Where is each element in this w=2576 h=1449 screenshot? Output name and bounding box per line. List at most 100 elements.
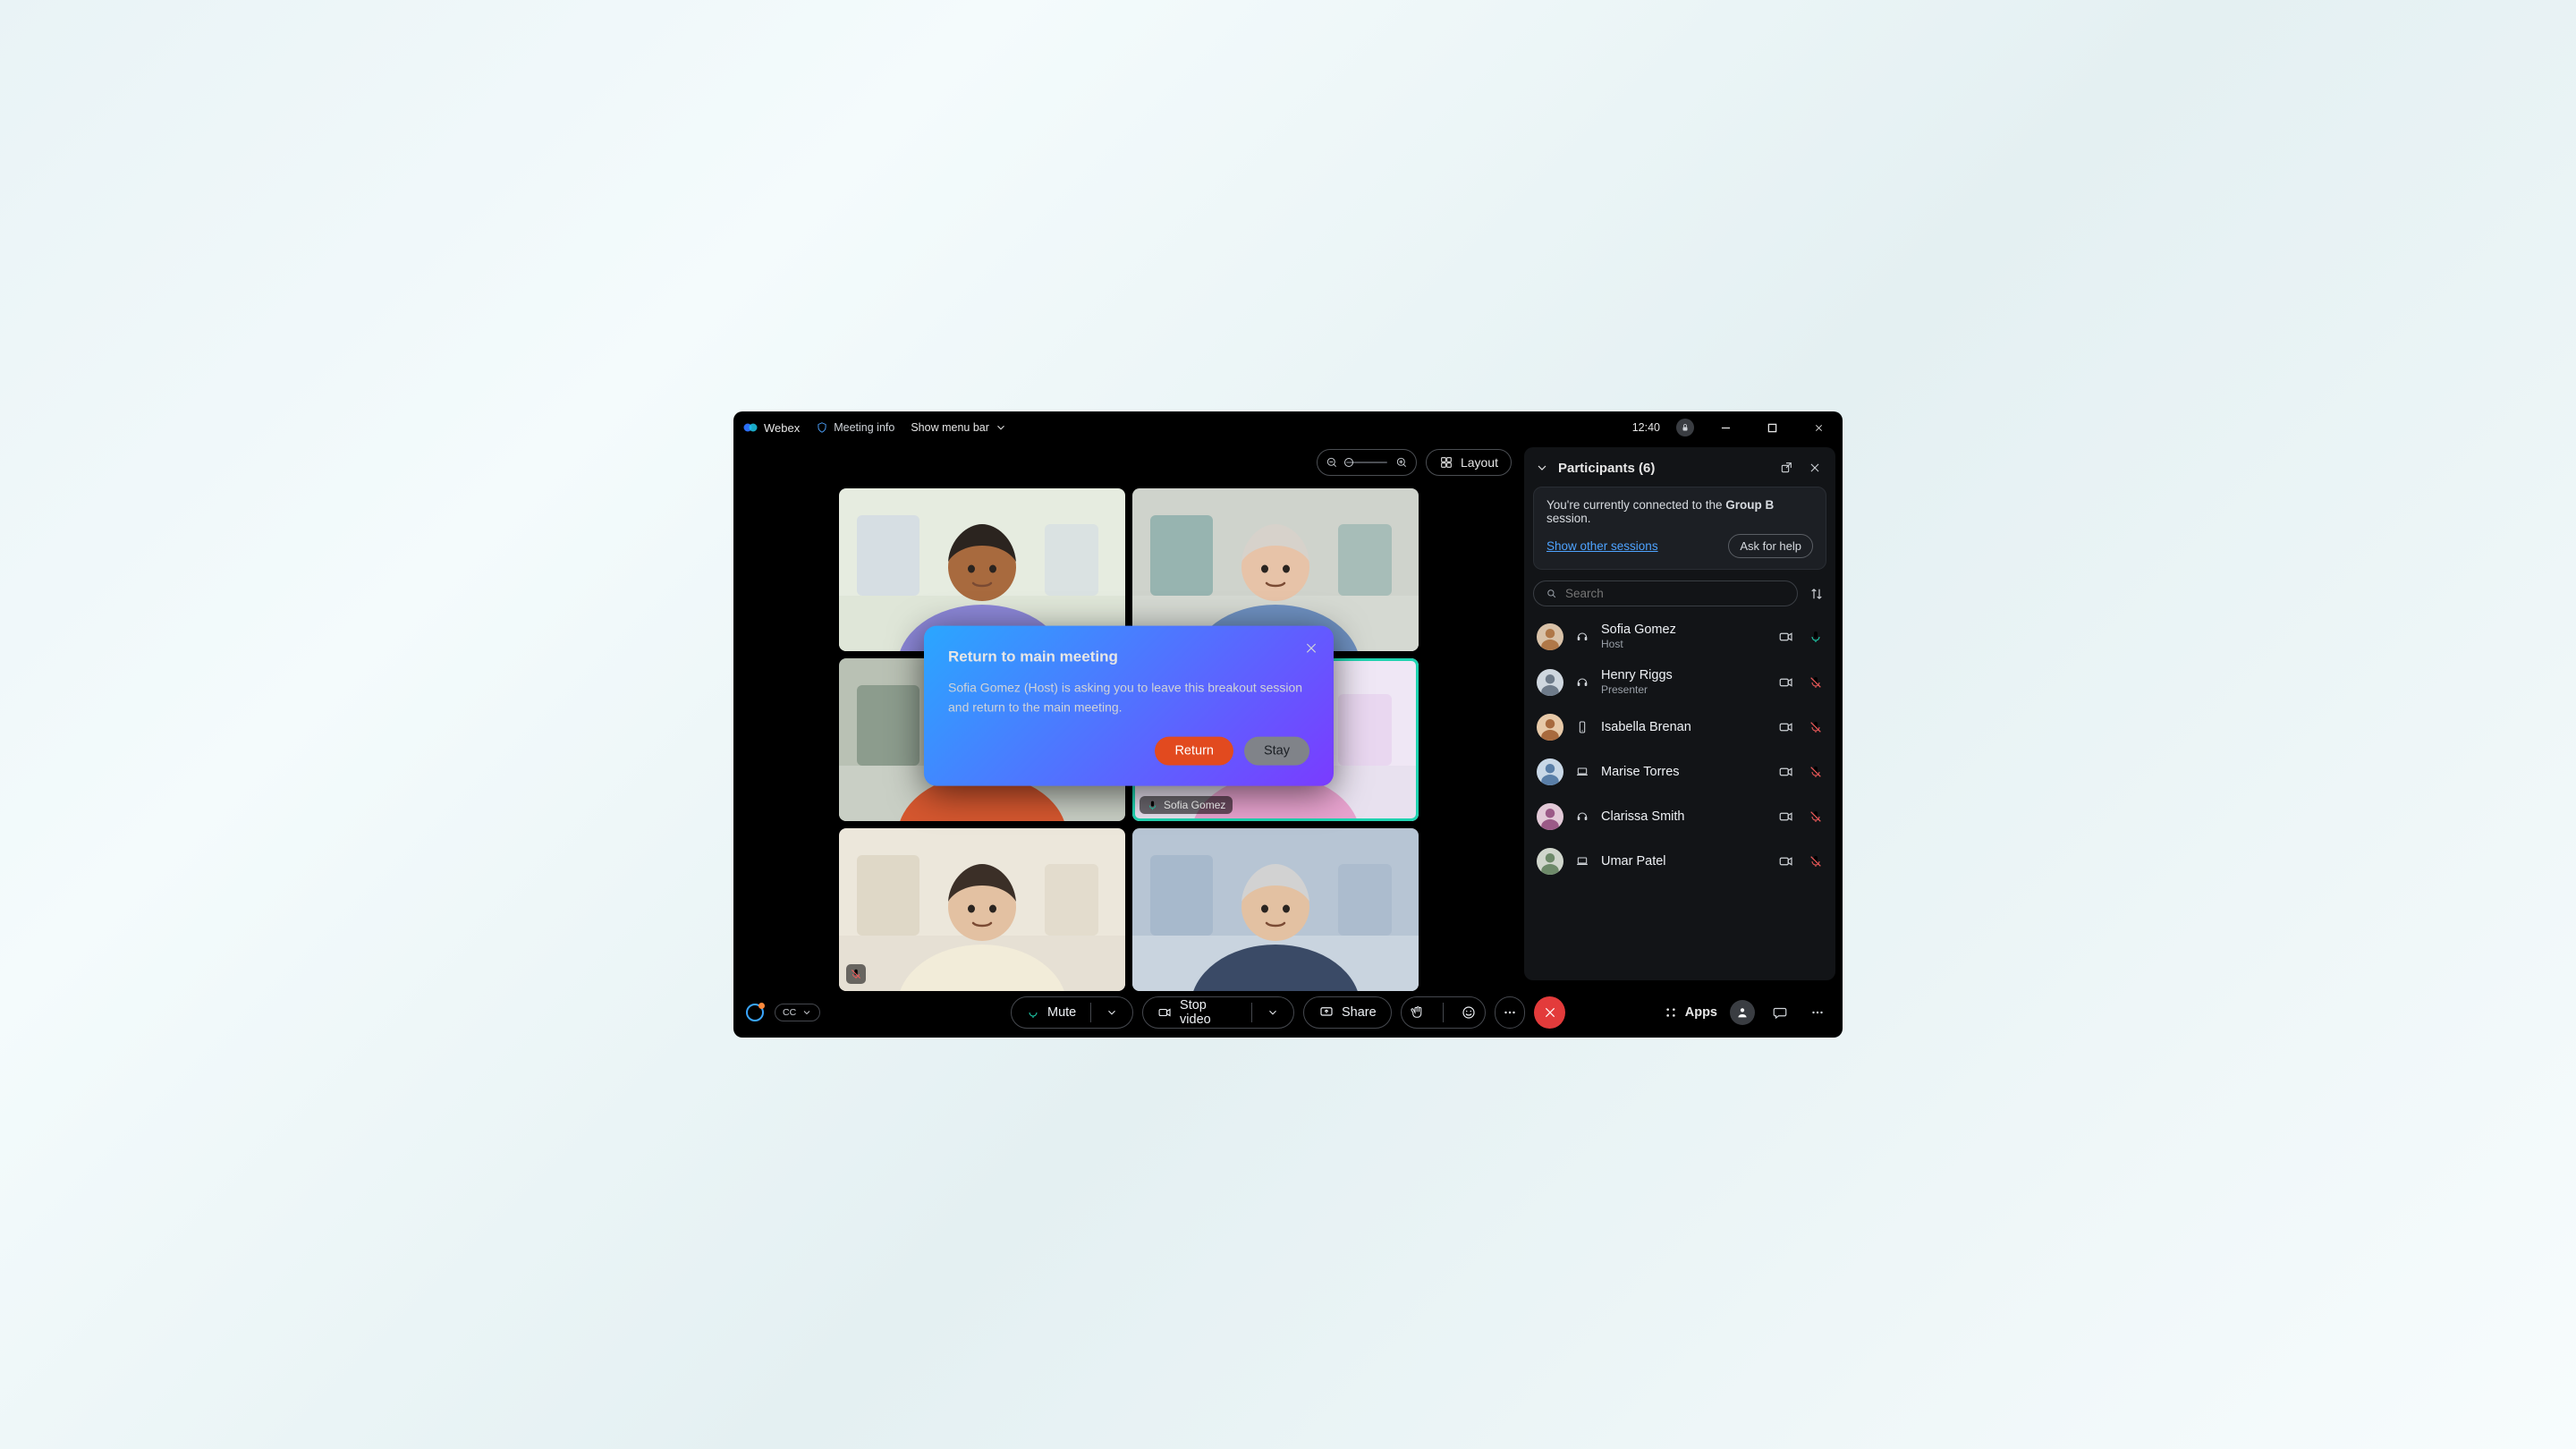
chevron-down-icon	[995, 421, 1007, 434]
participant-role: Presenter	[1601, 683, 1767, 696]
chat-button[interactable]	[1767, 1000, 1792, 1025]
zoom-out-icon[interactable]	[1325, 455, 1339, 470]
control-bar: CC Mute Stop video Share	[733, 987, 1843, 1038]
lock-badge	[1676, 419, 1694, 436]
zoom-in-icon[interactable]	[1394, 455, 1409, 470]
closed-captions-button[interactable]: CC	[775, 1004, 820, 1021]
dialog-body: Sofia Gomez (Host) is asking you to leav…	[948, 679, 1309, 717]
participant-name: Umar Patel	[1601, 854, 1767, 869]
mic-status-icon	[1809, 809, 1823, 824]
return-button[interactable]: Return	[1155, 737, 1233, 766]
search-icon	[1545, 587, 1558, 600]
camera-status-icon	[1778, 629, 1794, 645]
tile-label: Sofia Gomez	[1140, 796, 1233, 814]
stage-toolbar: Layout	[1317, 449, 1512, 476]
camera-status-icon	[1778, 853, 1794, 869]
mute-label: Mute	[1047, 1005, 1076, 1020]
overflow-button[interactable]	[1805, 1000, 1830, 1025]
camera-status-icon	[1778, 809, 1794, 825]
notice-text: You're currently connected to the Group …	[1546, 498, 1774, 525]
dialog-close-button[interactable]	[1304, 641, 1318, 656]
dots-icon	[1809, 1004, 1826, 1021]
show-menu-bar-label: Show menu bar	[911, 421, 989, 434]
mic-off-icon	[850, 968, 862, 980]
dots-icon	[1502, 1004, 1518, 1021]
title-bar: Webex Meeting info Show menu bar 12:40	[733, 411, 1843, 444]
assistant-button[interactable]	[746, 1004, 764, 1021]
mic-status-icon	[1809, 854, 1823, 869]
mic-status-icon	[1809, 675, 1823, 690]
raise-hand-button[interactable]	[1402, 1004, 1434, 1021]
brand-label: Webex	[764, 421, 800, 435]
show-other-sessions-link[interactable]: Show other sessions	[1546, 539, 1658, 553]
apps-label: Apps	[1685, 1005, 1717, 1020]
participant-role: Host	[1601, 638, 1767, 650]
people-icon	[1735, 1005, 1750, 1020]
share-button[interactable]: Share	[1303, 996, 1392, 1029]
chevron-down-icon	[1106, 1006, 1118, 1019]
participant-row[interactable]: Marise Torres	[1533, 753, 1826, 791]
chevron-down-icon[interactable]	[1535, 461, 1549, 475]
avatar	[1537, 669, 1563, 696]
minimize-button[interactable]	[1710, 415, 1741, 440]
close-window-button[interactable]	[1803, 415, 1834, 440]
participant-row[interactable]: Sofia Gomez Host	[1533, 617, 1826, 656]
meeting-info-button[interactable]: Meeting info	[816, 421, 894, 434]
participants-list: Sofia Gomez Host Henry Riggs Presenter	[1533, 617, 1826, 880]
chat-icon	[1772, 1004, 1788, 1021]
emoji-icon	[1461, 1004, 1477, 1021]
video-tile[interactable]	[839, 828, 1125, 991]
video-tile[interactable]	[1132, 828, 1419, 991]
show-menu-bar-button[interactable]: Show menu bar	[911, 421, 1007, 434]
maximize-button[interactable]	[1757, 415, 1787, 440]
participant-name: Isabella Brenan	[1601, 720, 1767, 734]
search-input[interactable]	[1565, 587, 1786, 600]
stay-button[interactable]: Stay	[1244, 737, 1309, 766]
lock-icon	[1680, 422, 1690, 433]
return-to-main-dialog: Return to main meeting Sofia Gomez (Host…	[925, 627, 1333, 785]
close-panel-button[interactable]	[1805, 458, 1825, 478]
end-call-button[interactable]	[1534, 996, 1565, 1029]
mic-status-icon	[1809, 720, 1823, 734]
device-icon	[1574, 630, 1590, 644]
video-options[interactable]	[1261, 1006, 1284, 1019]
popout-panel-button[interactable]	[1776, 458, 1796, 478]
hand-icon	[1410, 1004, 1426, 1021]
avatar	[1537, 623, 1563, 650]
mic-muted-badge	[846, 964, 866, 984]
mic-icon	[1147, 800, 1158, 811]
zoom-control[interactable]	[1317, 449, 1417, 476]
mic-status-icon	[1809, 765, 1823, 779]
participant-name: Sofia Gomez	[1601, 623, 1767, 637]
emoji-button[interactable]	[1453, 1004, 1485, 1021]
app-window: Webex Meeting info Show menu bar 12:40	[733, 411, 1843, 1038]
device-icon	[1574, 809, 1590, 824]
avatar	[1537, 714, 1563, 741]
zoom-slider[interactable]	[1346, 462, 1387, 463]
device-icon	[1574, 675, 1590, 690]
share-label: Share	[1342, 1005, 1377, 1020]
camera-status-icon	[1778, 764, 1794, 780]
participants-title: Participants (6)	[1558, 461, 1655, 476]
mute-options[interactable]	[1100, 1006, 1123, 1019]
stop-video-label: Stop video	[1180, 998, 1237, 1027]
participant-row[interactable]: Clarissa Smith	[1533, 798, 1826, 835]
participant-row[interactable]: Henry Riggs Presenter	[1533, 663, 1826, 701]
camera-status-icon	[1778, 674, 1794, 691]
apps-button[interactable]: Apps	[1664, 1005, 1717, 1020]
video-stage: Layout	[733, 444, 1524, 987]
participant-row[interactable]: Isabella Brenan	[1533, 708, 1826, 746]
layout-button[interactable]: Layout	[1426, 449, 1512, 476]
participants-search[interactable]	[1533, 580, 1798, 606]
camera-icon	[1157, 1004, 1173, 1021]
stop-video-button[interactable]: Stop video	[1142, 996, 1294, 1029]
mute-button[interactable]: Mute	[1011, 996, 1133, 1029]
sort-button[interactable]	[1807, 584, 1826, 604]
more-options-button[interactable]	[1495, 996, 1526, 1029]
mic-icon	[1026, 1005, 1040, 1020]
ask-for-help-button[interactable]: Ask for help	[1728, 534, 1813, 558]
participant-row[interactable]: Umar Patel	[1533, 843, 1826, 880]
participants-button[interactable]	[1730, 1000, 1755, 1025]
device-icon	[1574, 854, 1590, 869]
device-icon	[1574, 720, 1590, 734]
